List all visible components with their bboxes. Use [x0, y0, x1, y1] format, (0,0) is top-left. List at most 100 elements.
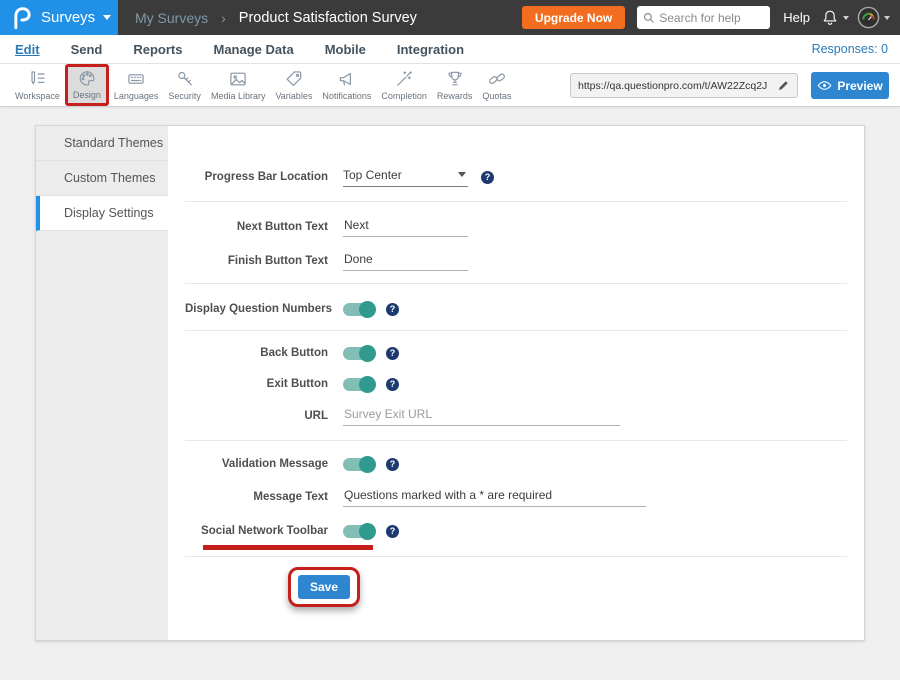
notifications-icon: [337, 69, 357, 89]
chevron-down-icon: [884, 16, 890, 20]
divider: [185, 330, 847, 331]
next-button-text-input[interactable]: [343, 218, 468, 237]
breadcrumb-section[interactable]: My Surveys: [135, 10, 208, 26]
help-icon[interactable]: ?: [386, 378, 399, 391]
tool-media-library[interactable]: Media Library: [206, 64, 271, 106]
tool-quotas[interactable]: Quotas: [477, 64, 516, 106]
divider: [185, 201, 847, 202]
security-icon: [175, 69, 195, 89]
sidebar-item-custom-themes[interactable]: Custom Themes: [36, 161, 168, 196]
preview-button[interactable]: Preview: [811, 72, 889, 99]
exit-url-label: URL: [185, 410, 328, 422]
questionpro-logo: [11, 5, 32, 31]
bell-icon: [821, 8, 839, 27]
display-settings-form: Progress Bar Location Top Center ? Next …: [168, 126, 864, 640]
menu-item-reports[interactable]: Reports: [133, 42, 182, 57]
menu-item-send[interactable]: Send: [71, 42, 103, 57]
completion-icon: [394, 69, 414, 89]
upgrade-now-button[interactable]: Upgrade Now: [522, 6, 625, 29]
back-button-row: Back Button ?: [185, 340, 847, 366]
quotas-icon: [487, 69, 507, 89]
tool-security[interactable]: Security: [163, 64, 206, 106]
tool-workspace[interactable]: Workspace: [10, 64, 65, 106]
design-settings-card: Standard Themes Custom Themes Display Se…: [35, 125, 865, 641]
menu-item-edit[interactable]: Edit: [15, 42, 40, 57]
breadcrumb-separator: ›: [221, 10, 226, 26]
menu-item-mobile[interactable]: Mobile: [325, 42, 366, 57]
progress-bar-location-select[interactable]: Top Center: [343, 168, 468, 187]
annotation-red-underline: [203, 545, 373, 550]
tool-completion[interactable]: Completion: [376, 64, 432, 106]
chevron-down-icon: [843, 16, 849, 20]
annotation-red-box: Save: [288, 567, 360, 607]
display-question-numbers-toggle[interactable]: [343, 303, 373, 316]
back-button-toggle[interactable]: [343, 347, 373, 360]
chevron-down-icon: [103, 15, 111, 20]
notifications-menu[interactable]: [821, 8, 849, 27]
chevron-down-icon: [458, 172, 466, 177]
survey-url-field[interactable]: https://qa.questionpro.com/t/AW22Zcq2J: [570, 73, 798, 98]
validation-message-label: Validation Message: [185, 458, 328, 470]
search-icon: [643, 12, 655, 24]
social-network-toolbar-toggle[interactable]: [343, 525, 373, 538]
social-network-toolbar-row: Social Network Toolbar ?: [185, 518, 847, 544]
help-icon[interactable]: ?: [386, 458, 399, 471]
finish-button-text-label: Finish Button Text: [185, 255, 328, 267]
languages-icon: [126, 69, 146, 89]
exit-button-toggle[interactable]: [343, 378, 373, 391]
help-search-input[interactable]: [659, 11, 764, 25]
sidebar-item-display-settings[interactable]: Display Settings: [36, 196, 168, 231]
exit-url-row: URL: [185, 403, 847, 429]
help-icon[interactable]: ?: [386, 525, 399, 538]
message-text-input[interactable]: [343, 488, 646, 507]
display-question-numbers-row: Display Question Numbers ?: [185, 296, 847, 322]
message-text-row: Message Text: [185, 484, 847, 510]
divider: [185, 440, 847, 441]
finish-button-text-row: Finish Button Text: [185, 248, 847, 274]
exit-url-input[interactable]: [343, 407, 620, 426]
help-icon[interactable]: ?: [481, 171, 494, 184]
survey-menu-bar: Edit Send Reports Manage Data Mobile Int…: [0, 35, 900, 64]
workspace-icon: [27, 69, 47, 89]
tool-variables[interactable]: Variables: [270, 64, 317, 106]
exit-button-row: Exit Button ?: [185, 371, 847, 397]
help-icon[interactable]: ?: [386, 303, 399, 316]
tool-notifications[interactable]: Notifications: [317, 64, 376, 106]
validation-message-row: Validation Message ?: [185, 451, 847, 477]
help-search-box[interactable]: [637, 6, 770, 29]
top-bar: Surveys My Surveys › Product Satisfactio…: [0, 0, 900, 35]
help-link[interactable]: Help: [783, 10, 810, 25]
back-button-label: Back Button: [185, 347, 328, 359]
progress-bar-location-row: Progress Bar Location Top Center ?: [185, 164, 847, 190]
tool-languages[interactable]: Languages: [109, 64, 164, 106]
page-title: Product Satisfaction Survey: [239, 10, 417, 26]
responses-count[interactable]: Responses: 0: [812, 42, 888, 56]
edit-toolbar: Workspace Design Languages Security Medi…: [0, 64, 900, 107]
account-menu[interactable]: [857, 6, 890, 29]
next-button-text-label: Next Button Text: [185, 221, 328, 233]
exit-button-label: Exit Button: [185, 378, 328, 390]
eye-icon: [817, 80, 832, 91]
rewards-icon: [445, 69, 465, 89]
brand-area[interactable]: Surveys: [0, 0, 118, 35]
design-sidebar: Standard Themes Custom Themes Display Se…: [36, 126, 168, 640]
validation-message-toggle[interactable]: [343, 458, 373, 471]
avatar: [857, 6, 880, 29]
progress-bar-location-label: Progress Bar Location: [185, 171, 328, 183]
media-library-icon: [228, 69, 248, 89]
design-icon: [77, 69, 97, 88]
sidebar-item-standard-themes[interactable]: Standard Themes: [36, 126, 168, 161]
menu-item-integration[interactable]: Integration: [397, 42, 464, 57]
tool-design[interactable]: Design: [65, 64, 109, 106]
divider: [185, 283, 847, 284]
variables-icon: [284, 69, 304, 89]
save-button[interactable]: Save: [298, 575, 350, 599]
divider: [185, 556, 847, 557]
display-question-numbers-label: Display Question Numbers: [185, 303, 328, 315]
menu-item-manage-data[interactable]: Manage Data: [213, 42, 293, 57]
survey-url-value: https://qa.questionpro.com/t/AW22Zcq2J: [578, 80, 777, 92]
tool-rewards[interactable]: Rewards: [432, 64, 478, 106]
help-icon[interactable]: ?: [386, 347, 399, 360]
edit-pencil-icon[interactable]: [777, 79, 790, 92]
finish-button-text-input[interactable]: [343, 252, 468, 271]
